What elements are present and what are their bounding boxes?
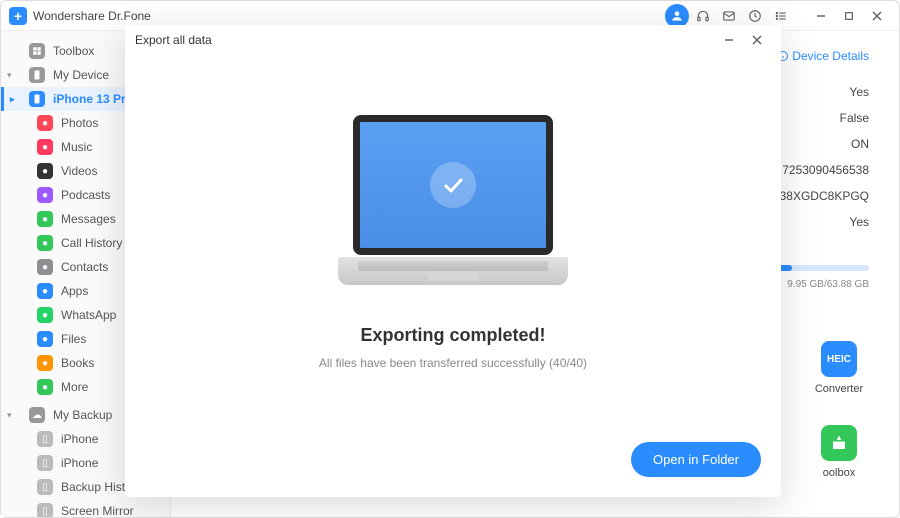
mail-icon[interactable] xyxy=(717,4,741,28)
sidebar-item-label: Toolbox xyxy=(53,44,94,58)
detail-value: ON xyxy=(780,131,869,157)
account-icon[interactable] xyxy=(665,4,689,28)
minimize-button[interactable] xyxy=(807,4,835,28)
modal-subtext: All files have been transferred successf… xyxy=(319,356,587,370)
heic-icon: HEIC xyxy=(821,341,857,377)
detail-value: False xyxy=(780,105,869,131)
sidebar-item-label: iPhone xyxy=(61,456,98,470)
category-icon: ● xyxy=(37,331,53,347)
sidebar-item-label: Screen Mirror xyxy=(61,504,134,517)
modal-body: Exporting completed! All files have been… xyxy=(125,55,781,430)
sidebar-item-label: More xyxy=(61,380,88,394)
laptop-illustration xyxy=(338,115,568,285)
sidebar-item-label: Apps xyxy=(61,284,88,298)
sidebar-item-label: Messages xyxy=(61,212,116,226)
sidebar-item-label: Photos xyxy=(61,116,98,130)
sidebar-item-label: Contacts xyxy=(61,260,108,274)
sidebar-item-label: iPhone xyxy=(61,432,98,446)
open-in-folder-button[interactable]: Open in Folder xyxy=(631,442,761,477)
modal-header: Export all data xyxy=(125,25,781,55)
category-icon: ● xyxy=(37,235,53,251)
category-icon: ● xyxy=(37,187,53,203)
storage-bar xyxy=(779,265,869,271)
device-icon: ▯ xyxy=(37,503,53,517)
detail-value: 38XGDC8KPGQ xyxy=(780,183,869,209)
detail-value: Yes xyxy=(780,209,869,235)
headset-icon[interactable] xyxy=(691,4,715,28)
category-icon: ● xyxy=(37,211,53,227)
modal-title: Export all data xyxy=(135,33,212,47)
chevron-down-icon: ▾ xyxy=(7,70,12,81)
detail-value: 7253090456538 xyxy=(780,157,869,183)
toolbox-icon xyxy=(821,425,857,461)
category-icon: ● xyxy=(37,379,53,395)
modal-minimize-button[interactable] xyxy=(715,28,743,52)
tool-card-converter[interactable]: HEIC Converter xyxy=(809,341,869,395)
modal-heading: Exporting completed! xyxy=(360,325,545,346)
device-details-link[interactable]: Device Details xyxy=(777,49,869,63)
app-title: Wondershare Dr.Fone xyxy=(33,9,151,23)
device-icon: ▯ xyxy=(37,479,53,495)
category-icon: ● xyxy=(37,163,53,179)
tool-card-toolbox[interactable]: oolbox xyxy=(809,425,869,479)
close-button[interactable] xyxy=(863,4,891,28)
category-icon: ● xyxy=(37,115,53,131)
sidebar-item-label: WhatsApp xyxy=(61,308,116,322)
storage-text: 9.95 GB/63.88 GB xyxy=(787,279,869,290)
category-icon: ● xyxy=(37,139,53,155)
device-details-values: YesFalseON725309045653838XGDC8KPGQYes xyxy=(780,79,869,235)
device-icon: ▯ xyxy=(37,455,53,471)
maximize-button[interactable] xyxy=(835,4,863,28)
sidebar-item-label: My Backup xyxy=(53,408,112,422)
sidebar-item-label: Books xyxy=(61,356,94,370)
sidebar-item-label: Call History xyxy=(61,236,122,250)
chevron-down-icon: ▾ xyxy=(7,410,12,421)
sidebar-item-label: My Device xyxy=(53,68,109,82)
menu-icon[interactable] xyxy=(769,4,793,28)
category-icon: ● xyxy=(37,259,53,275)
category-icon: ● xyxy=(37,355,53,371)
sidebar-item-label: Videos xyxy=(61,164,97,178)
category-icon: ● xyxy=(37,307,53,323)
detail-value: Yes xyxy=(780,79,869,105)
category-icon: ● xyxy=(37,283,53,299)
history-icon[interactable] xyxy=(743,4,767,28)
sidebar-item-label: Music xyxy=(61,140,92,154)
modal-close-button[interactable] xyxy=(743,28,771,52)
sidebar-item-label: Files xyxy=(61,332,86,346)
checkmark-icon xyxy=(430,162,476,208)
app-logo: + xyxy=(9,7,27,25)
device-icon: ▯ xyxy=(37,431,53,447)
export-modal: Export all data Exporting completed! All… xyxy=(125,25,781,497)
chevron-right-icon: ▸ xyxy=(10,94,15,105)
sidebar-backup-item[interactable]: ▯ Screen Mirror xyxy=(1,499,170,517)
sidebar-item-label: Podcasts xyxy=(61,188,110,202)
